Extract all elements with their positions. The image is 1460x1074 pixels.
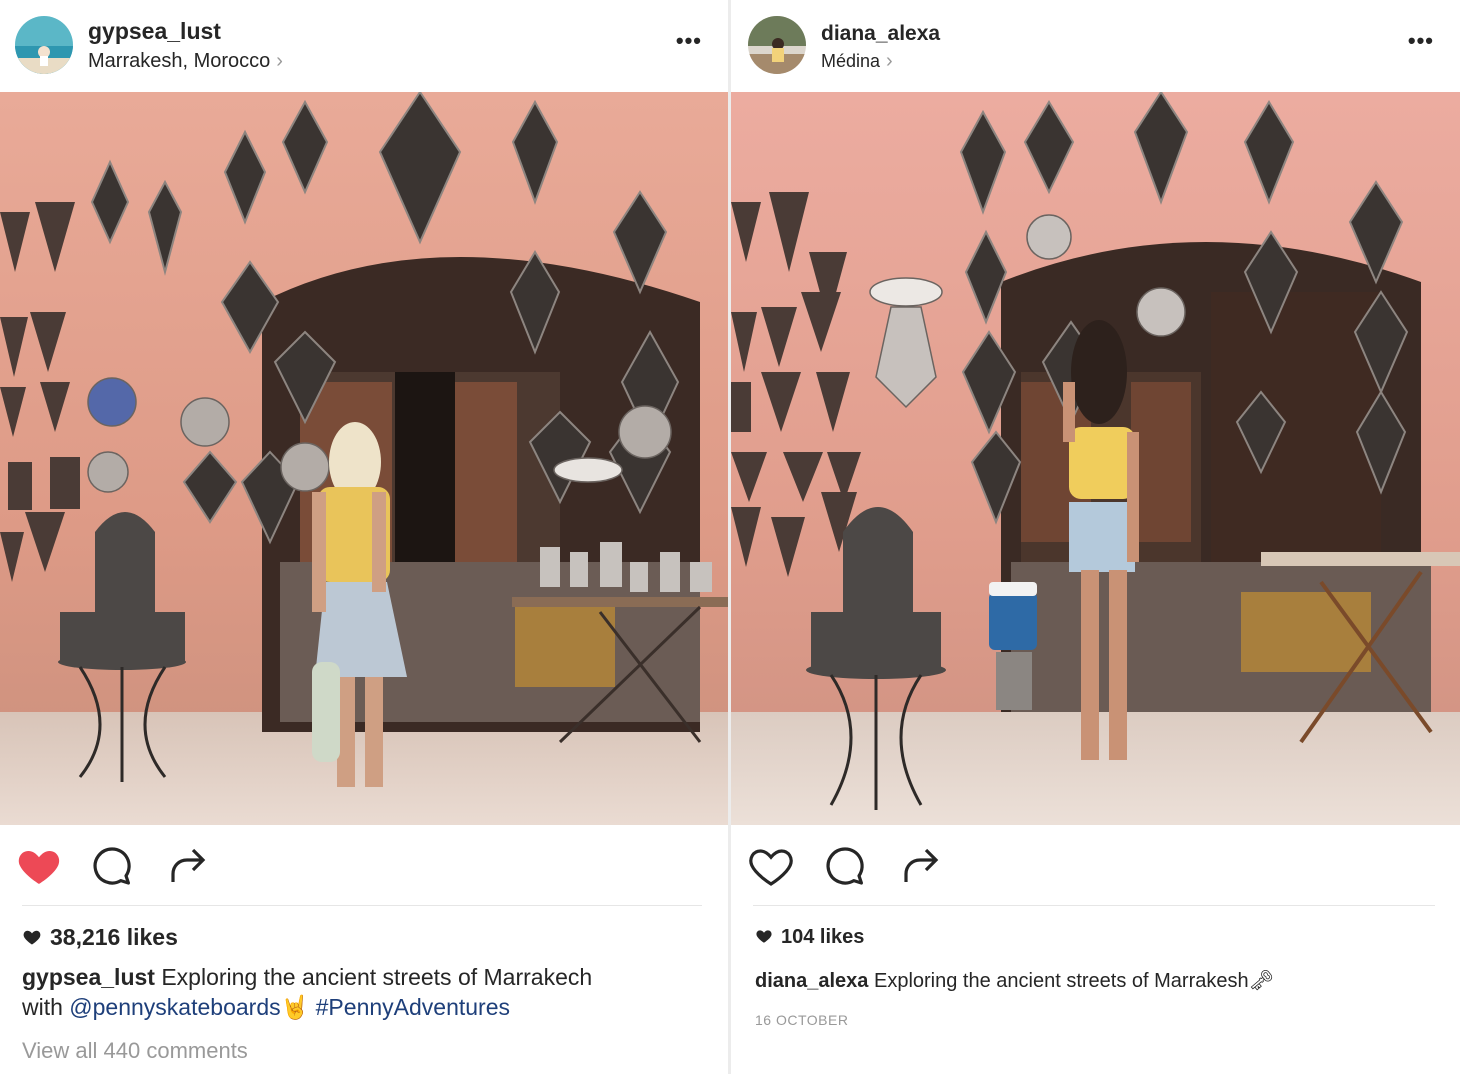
location-text: Médina (821, 51, 881, 71)
more-dots-icon[interactable]: ••• (676, 28, 702, 54)
share-arrow-icon[interactable] (896, 842, 944, 890)
caption: diana_alexa Exploring the ancient street… (755, 966, 1445, 996)
share-arrow-icon[interactable] (163, 842, 211, 890)
key-emoji: 🗝 (1248, 970, 1275, 992)
username[interactable]: diana_alexa (821, 22, 940, 46)
mention-link[interactable]: @pennyskateboards (69, 994, 280, 1020)
emoji: 🤘 (280, 994, 310, 1020)
username[interactable]: gypsea_lust (88, 18, 221, 45)
caption-text: Exploring the ancient streets of Marrake… (873, 970, 1249, 992)
post-actions (0, 842, 728, 892)
heart-icon[interactable] (747, 842, 795, 890)
caption-username[interactable]: gypsea_lust (22, 964, 155, 990)
post-photo[interactable] (731, 92, 1460, 825)
post-photo[interactable] (0, 92, 728, 825)
chevron-right-icon: › (886, 50, 893, 72)
likes-count[interactable]: 104 likes (755, 926, 864, 951)
divider (753, 905, 1435, 906)
caption: gypsea_lust Exploring the ancient street… (22, 962, 702, 1022)
heart-icon (755, 927, 773, 951)
post-date: 16 OCTOBER (755, 1012, 849, 1028)
hashtag-link[interactable]: #PennyAdventures (316, 994, 510, 1020)
location[interactable]: Marrakesh, Morocco › (88, 50, 283, 73)
likes-text: 38,216 likes (50, 924, 178, 950)
post-header: gypsea_lust Marrakesh, Morocco › ••• (0, 0, 728, 92)
caption-text-2: with (22, 994, 63, 1020)
post-header: diana_alexa Médina › ••• (731, 0, 1460, 92)
post-actions (731, 842, 1460, 892)
location-text: Marrakesh, Morocco (88, 50, 271, 72)
avatar[interactable] (15, 16, 73, 74)
likes-text: 104 likes (781, 926, 865, 948)
heart-icon[interactable] (15, 842, 63, 890)
likes-count[interactable]: 38,216 likes (22, 924, 178, 953)
chevron-right-icon: › (276, 50, 283, 72)
post-gypsea-lust: gypsea_lust Marrakesh, Morocco › ••• 38,… (0, 0, 728, 1074)
comment-bubble-icon[interactable] (821, 842, 869, 890)
divider (22, 905, 702, 906)
more-dots-icon[interactable]: ••• (1408, 28, 1434, 54)
comment-bubble-icon[interactable] (88, 842, 136, 890)
caption-text: Exploring the ancient streets of Marrake… (161, 964, 593, 990)
post-diana-alexa: diana_alexa Médina › ••• 104 likes diana… (731, 0, 1460, 1074)
avatar[interactable] (748, 16, 806, 74)
view-comments-link[interactable]: View all 440 comments (22, 1038, 248, 1064)
caption-username[interactable]: diana_alexa (755, 970, 868, 992)
heart-icon (22, 926, 42, 953)
location[interactable]: Médina › (821, 50, 893, 73)
